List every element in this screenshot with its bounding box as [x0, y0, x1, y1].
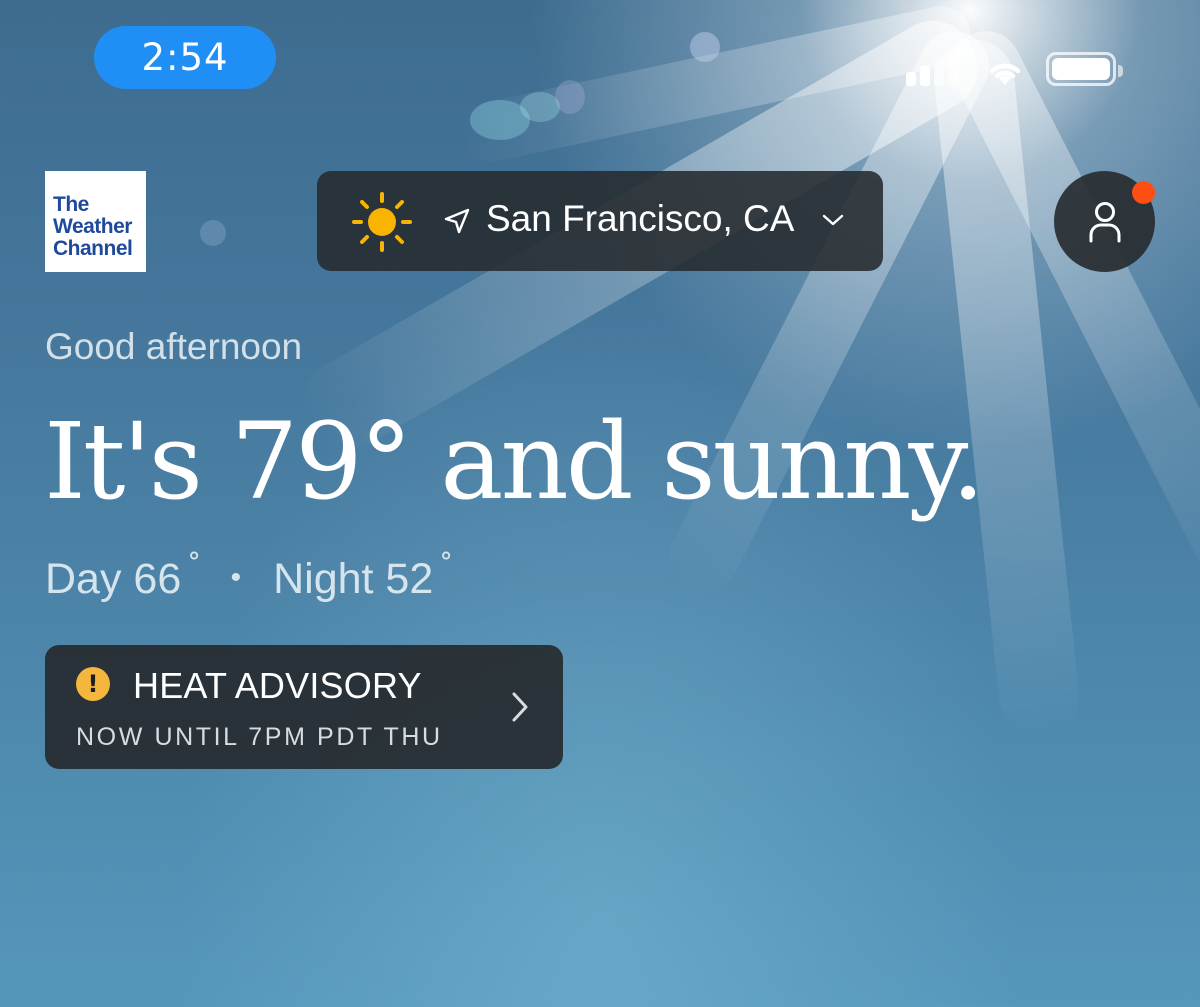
status-time[interactable]: 2:54 — [94, 26, 276, 89]
warning-icon: ! — [76, 667, 110, 701]
battery-icon — [1046, 52, 1123, 86]
wifi-icon — [989, 63, 1021, 85]
degree-symbol: ˚ — [441, 549, 453, 587]
alert-timeframe: NOW UNTIL 7PM PDT THU — [76, 723, 443, 751]
greeting: Good afternoon — [45, 326, 303, 367]
alert-title: HEAT ADVISORY — [133, 665, 422, 706]
lens-flare — [690, 32, 720, 62]
sun-beam — [930, 35, 1083, 741]
lens-flare — [555, 80, 585, 114]
lens-flare — [520, 92, 560, 122]
chevron-down-icon[interactable] — [822, 213, 844, 227]
day-temp: Day 66 — [45, 555, 182, 603]
sun-beam — [455, 0, 977, 168]
heat-advisory-alert[interactable]: ! HEAT ADVISORY NOW UNTIL 7PM PDT THU — [45, 645, 563, 769]
logo-line: The — [53, 193, 89, 216]
notification-dot — [1132, 181, 1155, 204]
cellular-signal-icon — [906, 52, 966, 86]
lens-flare — [200, 220, 226, 246]
night-temp: Night 52 — [273, 555, 434, 603]
person-icon — [1089, 202, 1121, 243]
location-name[interactable]: San Francisco, CA — [486, 198, 794, 240]
status-icons — [906, 52, 1126, 86]
location-arrow-icon — [444, 208, 470, 234]
lens-flare — [470, 100, 530, 140]
degree-symbol: ˚ — [189, 549, 201, 587]
logo-line: Weather — [53, 215, 132, 238]
current-conditions-headline: It's 79° and sunny. — [44, 400, 985, 523]
chevron-right-icon — [512, 692, 528, 722]
sun-icon — [352, 192, 412, 252]
day-night-temps: Day 66 ˚ • Night 52 ˚ — [45, 549, 453, 604]
logo-line: Channel — [53, 237, 133, 260]
separator-dot: • — [230, 561, 242, 594]
weather-channel-logo[interactable]: The Weather Channel — [45, 171, 146, 272]
